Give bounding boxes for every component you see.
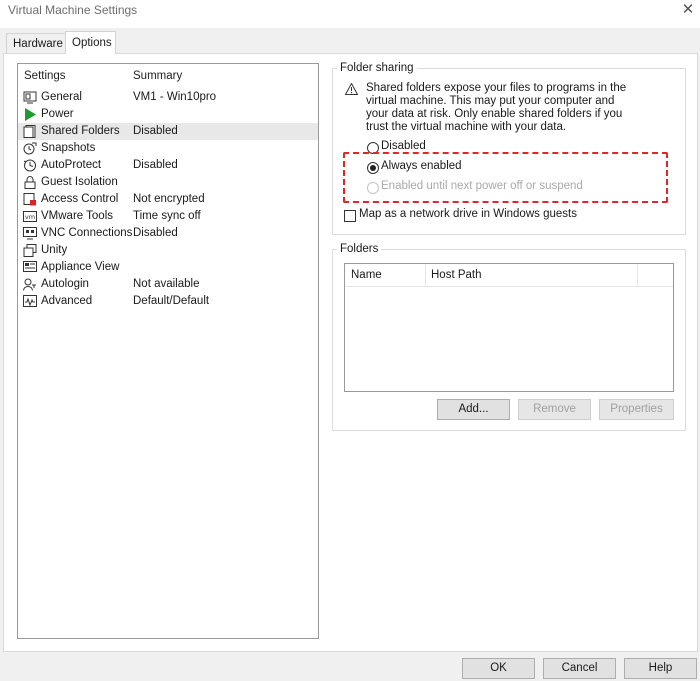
- settings-row-summary: Not available: [133, 278, 200, 290]
- settings-row-name: Guest Isolation: [41, 176, 118, 188]
- settings-row-vnc-connections[interactable]: VNC Connections Disabled: [18, 225, 318, 242]
- map-network-drive-label: Map as a network drive in Windows guests: [359, 208, 577, 220]
- general-icon: [23, 91, 37, 104]
- settings-row-name: Access Control: [41, 193, 119, 205]
- settings-row-snapshots[interactable]: Snapshots: [18, 140, 318, 157]
- column-divider: [425, 264, 426, 287]
- settings-row-name: Shared Folders: [41, 125, 120, 137]
- advanced-icon: [23, 295, 37, 307]
- window-title: Virtual Machine Settings: [8, 3, 138, 17]
- settings-row-summary: Time sync off: [133, 210, 201, 222]
- folder-sharing-label: Folder sharing: [337, 62, 417, 74]
- map-network-drive-checkbox[interactable]: [344, 210, 356, 222]
- folders-label: Folders: [337, 243, 382, 255]
- settings-row-name: Advanced: [41, 295, 93, 307]
- settings-row-vmware-tools[interactable]: vm VMware Tools Time sync off: [18, 208, 318, 225]
- settings-row-autologin[interactable]: Autologin Not available: [18, 276, 318, 293]
- settings-row-summary: VM1 - Win10pro: [133, 91, 217, 103]
- shared-folders-icon: [23, 125, 36, 138]
- warning-text-line2: virtual machine. This may put your compu…: [366, 95, 615, 107]
- name-column-header[interactable]: Name: [351, 269, 382, 281]
- remove-button: Remove: [518, 399, 591, 420]
- settings-row-name: Power: [41, 108, 74, 120]
- lock-icon: [24, 176, 36, 189]
- settings-row-advanced[interactable]: Advanced Default/Default: [18, 293, 318, 310]
- settings-row-access-control[interactable]: Access Control Not encrypted: [18, 191, 318, 208]
- settings-row-name: Appliance View: [41, 261, 120, 273]
- close-icon[interactable]: ✕: [678, 0, 698, 22]
- autoprotect-icon: [23, 159, 36, 172]
- settings-row-guest-isolation[interactable]: Guest Isolation: [18, 174, 318, 191]
- settings-row-autoprotect[interactable]: AutoProtect Disabled: [18, 157, 318, 174]
- vmware-tools-icon: vm: [23, 211, 37, 222]
- radio-disabled-label: Disabled: [381, 140, 426, 152]
- warning-text-line4: trust the virtual machine with your data…: [366, 121, 567, 133]
- tab-hardware[interactable]: Hardware: [6, 33, 70, 53]
- autologin-icon: [23, 278, 36, 291]
- warning-text-line3: your data at risk. Only enable shared fo…: [366, 108, 623, 120]
- column-divider: [637, 264, 638, 287]
- settings-row-summary: Disabled: [133, 227, 178, 239]
- snapshots-icon: [23, 142, 37, 155]
- properties-button: Properties: [599, 399, 674, 420]
- settings-row-name: VMware Tools: [41, 210, 114, 222]
- settings-row-unity[interactable]: Unity: [18, 242, 318, 259]
- settings-row-summary: Not encrypted: [133, 193, 205, 205]
- appliance-view-icon: [23, 261, 37, 272]
- settings-row-appliance-view[interactable]: Appliance View: [18, 259, 318, 276]
- settings-row-name: VNC Connections: [41, 227, 133, 239]
- power-icon: [25, 108, 36, 121]
- tab-options[interactable]: Options: [65, 31, 116, 54]
- cancel-button[interactable]: Cancel: [543, 658, 616, 679]
- folders-table-header: [345, 264, 673, 287]
- settings-row-name: Snapshots: [41, 142, 96, 154]
- settings-column-header: Settings: [24, 70, 66, 82]
- help-button[interactable]: Help: [624, 658, 697, 679]
- summary-column-header: Summary: [133, 70, 183, 82]
- host-path-column-header[interactable]: Host Path: [431, 269, 482, 281]
- settings-row-name: General: [41, 91, 82, 103]
- warning-text-line1: Shared folders expose your files to prog…: [366, 82, 627, 94]
- settings-row-summary: Disabled: [133, 159, 178, 171]
- highlight-box: [343, 152, 668, 203]
- unity-icon: [23, 244, 37, 257]
- vnc-icon: [23, 227, 37, 240]
- access-control-icon: [23, 193, 36, 206]
- svg-text:vm: vm: [25, 213, 35, 221]
- settings-row-name: Autologin: [41, 278, 89, 290]
- settings-row-summary: Default/Default: [133, 295, 210, 307]
- settings-row-summary: Disabled: [133, 125, 178, 137]
- settings-row-shared-folders[interactable]: Shared Folders Disabled: [18, 123, 318, 140]
- settings-row-power[interactable]: Power: [18, 106, 318, 123]
- settings-row-general[interactable]: General VM1 - Win10pro: [18, 89, 318, 106]
- warning-icon: [345, 83, 358, 95]
- add-button[interactable]: Add...: [437, 399, 510, 420]
- settings-row-name: Unity: [41, 244, 68, 256]
- ok-button[interactable]: OK: [462, 658, 535, 679]
- settings-row-name: AutoProtect: [41, 159, 102, 171]
